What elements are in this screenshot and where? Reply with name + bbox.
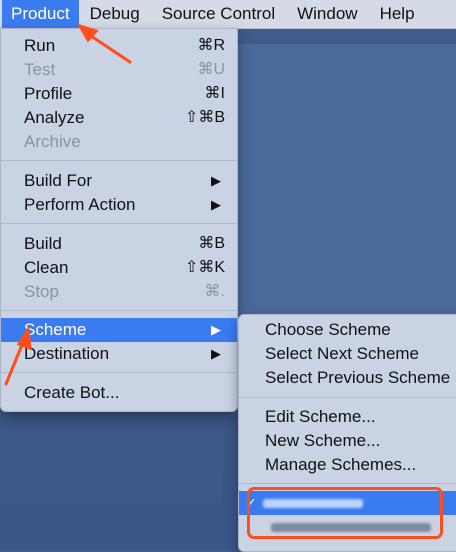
menubar-debug[interactable]: Debug — [79, 0, 151, 28]
menu-item-build[interactable]: Build ⌘B — [1, 232, 237, 256]
annotation-highlight-box — [247, 487, 443, 539]
menu-item-choose-scheme[interactable]: Choose Scheme — [239, 318, 456, 342]
menu-separator — [239, 397, 456, 398]
submenu-arrow-icon: ▶ — [211, 173, 221, 188]
menu-separator — [1, 223, 237, 224]
menu-item-destination[interactable]: Destination ▶ — [1, 342, 237, 366]
menu-item-label: Create Bot... — [24, 383, 120, 402]
background-window — [230, 44, 456, 334]
menu-item-new-scheme[interactable]: New Scheme... — [239, 429, 456, 453]
submenu-arrow-icon: ▶ — [211, 346, 221, 361]
menu-bar: Product Debug Source Control Window Help — [0, 0, 456, 29]
submenu-arrow-icon: ▶ — [211, 322, 221, 337]
shortcut-label: ⌘I — [204, 85, 225, 102]
menu-item-test: Test ⌘U — [1, 58, 237, 82]
menu-item-label: Stop — [24, 282, 59, 301]
shortcut-label: ⌘U — [197, 61, 225, 78]
submenu-arrow-icon: ▶ — [211, 197, 221, 212]
menu-item-label: Archive — [24, 132, 81, 151]
menubar-product[interactable]: Product — [2, 0, 79, 28]
menu-item-build-for[interactable]: Build For ▶ — [1, 169, 237, 193]
menu-item-stop: Stop ⌘. — [1, 280, 237, 304]
menu-item-label: Test — [24, 60, 56, 79]
menu-item-label: Destination — [24, 344, 110, 363]
menu-item-label: Build — [24, 234, 62, 253]
menu-item-scheme[interactable]: Scheme ▶ — [1, 318, 237, 342]
menu-item-create-bot[interactable]: Create Bot... — [1, 381, 237, 405]
menu-item-label: Build For — [24, 171, 93, 190]
menu-item-archive: Archive — [1, 130, 237, 154]
menu-item-label: Scheme — [24, 320, 87, 339]
shortcut-label: ⌘R — [197, 37, 225, 54]
shortcut-label: ⇧⌘B — [184, 109, 225, 126]
menu-separator — [239, 483, 456, 484]
menu-item-perform-action[interactable]: Perform Action ▶ — [1, 193, 237, 217]
menu-item-label: Run — [24, 36, 56, 55]
menu-item-select-next-scheme[interactable]: Select Next Scheme — [239, 342, 456, 366]
menubar-window[interactable]: Window — [286, 0, 368, 28]
menu-separator — [1, 310, 237, 311]
menu-item-select-previous-scheme[interactable]: Select Previous Scheme — [239, 366, 456, 390]
menu-separator — [1, 160, 237, 161]
menu-item-analyze[interactable]: Analyze ⇧⌘B — [1, 106, 237, 130]
menu-item-label: Profile — [24, 84, 73, 103]
menu-item-edit-scheme[interactable]: Edit Scheme... — [239, 405, 456, 429]
menubar-help[interactable]: Help — [369, 0, 426, 28]
menu-item-profile[interactable]: Profile ⌘I — [1, 82, 237, 106]
shortcut-label: ⌘. — [204, 283, 225, 300]
menu-item-clean[interactable]: Clean ⇧⌘K — [1, 256, 237, 280]
menu-item-run[interactable]: Run ⌘R — [1, 34, 237, 58]
menu-item-label: Perform Action — [24, 195, 136, 214]
menu-item-manage-schemes[interactable]: Manage Schemes... — [239, 453, 456, 477]
shortcut-label: ⌘B — [198, 235, 225, 252]
menu-separator — [1, 372, 237, 373]
shortcut-label: ⇧⌘K — [184, 259, 225, 276]
menu-item-label: Clean — [24, 258, 69, 277]
menu-item-label: Analyze — [24, 108, 85, 127]
menubar-source-control[interactable]: Source Control — [151, 0, 286, 28]
product-menu: Run ⌘R Test ⌘U Profile ⌘I Analyze ⇧⌘B Ar… — [0, 28, 238, 412]
